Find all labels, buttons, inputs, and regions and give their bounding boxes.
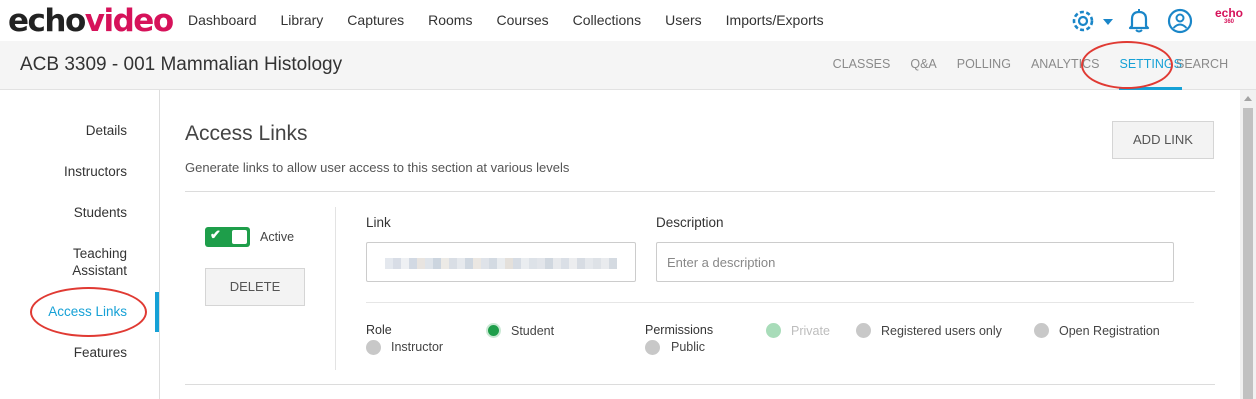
- divider: [185, 191, 1215, 192]
- gear-icon[interactable]: [1070, 8, 1116, 34]
- sidebar-item-details[interactable]: Details: [86, 122, 127, 139]
- sidebar-item-teaching-assistant[interactable]: Teaching Assistant: [37, 245, 127, 279]
- delete-button[interactable]: DELETE: [205, 268, 305, 306]
- toggle-knob: [232, 230, 247, 244]
- nav-imports-exports[interactable]: Imports/Exports: [726, 12, 824, 28]
- main-nav: Dashboard Library Captures Rooms Courses…: [188, 12, 848, 28]
- sidebar-item-students[interactable]: Students: [74, 204, 127, 221]
- check-icon: ✔: [210, 227, 221, 242]
- role-student-radio[interactable]: [486, 323, 501, 338]
- sidebar-item-instructors[interactable]: Instructors: [64, 163, 127, 180]
- permission-open-radio[interactable]: [1034, 323, 1049, 338]
- page-title: Access Links: [185, 122, 308, 145]
- permission-private-label: Private: [791, 324, 830, 338]
- permission-public-label: Public: [671, 340, 706, 354]
- nav-dashboard[interactable]: Dashboard: [188, 12, 257, 28]
- permission-registered-label: Registered users only: [881, 324, 1002, 338]
- description-label: Description: [656, 215, 724, 230]
- nav-users[interactable]: Users: [665, 12, 702, 28]
- settings-sidebar: Details Instructors Students Teaching As…: [0, 90, 160, 399]
- blurred-link-value: [385, 258, 617, 269]
- scrollbar-thumb[interactable]: [1243, 108, 1253, 399]
- role-instructor-radio[interactable]: [366, 340, 381, 355]
- top-nav: echovideo Dashboard Library Captures Roo…: [0, 0, 1256, 41]
- section-header: ACB 3309 - 001 Mammalian Histology CLASS…: [0, 41, 1256, 90]
- add-link-button[interactable]: ADD LINK: [1112, 121, 1214, 159]
- active-label: Active: [260, 230, 295, 244]
- role-label: Role: [366, 323, 392, 337]
- bell-icon[interactable]: [1127, 8, 1151, 34]
- access-links-panel: Access Links Generate links to allow use…: [160, 90, 1240, 399]
- echo360-logo[interactable]: echo 360: [1211, 7, 1247, 27]
- access-links-highlight-ring: [30, 287, 147, 337]
- link-label: Link: [366, 215, 391, 230]
- user-icon[interactable]: [1167, 8, 1193, 34]
- tab-qa[interactable]: Q&A: [900, 41, 946, 90]
- vertical-divider: [335, 207, 336, 370]
- permission-public-radio[interactable]: [645, 340, 660, 355]
- field-divider: [366, 302, 1194, 303]
- bottom-divider: [185, 384, 1215, 385]
- nav-courses[interactable]: Courses: [496, 12, 548, 28]
- permission-registered-radio[interactable]: [856, 323, 871, 338]
- echovideo-logo[interactable]: echovideo: [8, 3, 174, 39]
- page-description: Generate links to allow user access to t…: [185, 160, 570, 175]
- tab-polling[interactable]: POLLING: [947, 41, 1021, 90]
- course-title: ACB 3309 - 001 Mammalian Histology: [20, 54, 343, 75]
- settings-highlight-ring: [1081, 41, 1173, 89]
- nav-rooms[interactable]: Rooms: [428, 12, 472, 28]
- description-field[interactable]: Enter a description: [656, 242, 1174, 282]
- nav-collections[interactable]: Collections: [573, 12, 641, 28]
- role-instructor-label: Instructor: [391, 340, 444, 354]
- role-student-label: Student: [511, 324, 555, 338]
- permission-open-label: Open Registration: [1059, 324, 1160, 338]
- nav-captures[interactable]: Captures: [347, 12, 404, 28]
- sidebar-active-indicator: [155, 292, 159, 332]
- link-field[interactable]: [366, 242, 636, 282]
- permissions-label: Permissions: [645, 323, 714, 337]
- nav-library[interactable]: Library: [281, 12, 324, 28]
- scrollbar[interactable]: [1240, 90, 1256, 399]
- tab-classes[interactable]: CLASSES: [823, 41, 901, 90]
- chevron-down-icon: [1103, 19, 1113, 25]
- active-toggle[interactable]: ✔: [205, 227, 250, 247]
- sidebar-item-features[interactable]: Features: [74, 344, 127, 361]
- scroll-up-arrow[interactable]: [1244, 96, 1252, 101]
- tab-search[interactable]: SEARCH: [1166, 41, 1238, 90]
- permission-private-radio: [766, 323, 781, 338]
